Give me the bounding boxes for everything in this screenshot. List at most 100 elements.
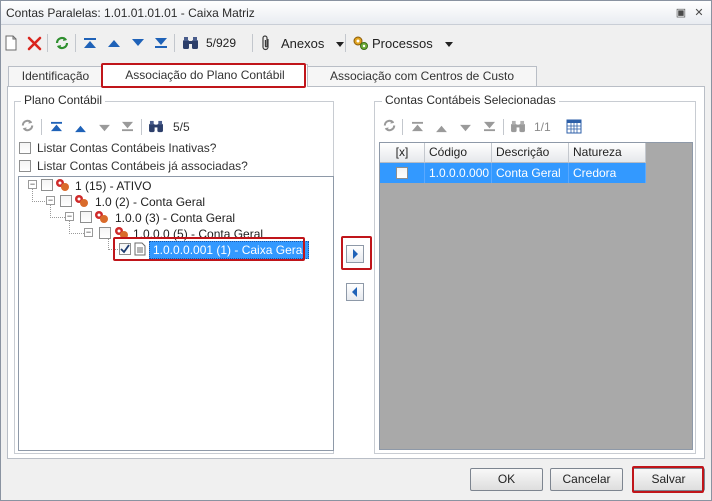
next-icon [459, 122, 472, 136]
arrow-left-icon [352, 287, 357, 297]
column-header-natureza[interactable]: Natureza [569, 143, 646, 163]
tree-connector [32, 201, 47, 202]
tree-node-checkbox[interactable] [80, 211, 92, 223]
account-group-icon [114, 226, 129, 240]
tree-node-label: 1.0.0.0 (5) - Conta Geral [133, 227, 264, 241]
collapse-icon[interactable]: − [65, 212, 74, 221]
refresh-icon[interactable] [54, 33, 70, 53]
tree-node-checkbox-checked[interactable] [119, 243, 131, 255]
toolbar-separator [402, 119, 403, 135]
previous-icon [435, 122, 448, 136]
selecionadas-counter: 1/1 [534, 120, 551, 134]
title-bar: Contas Paralelas: 1.01.01.01.01 - Caixa … [1, 1, 711, 25]
paperclip-icon [260, 35, 272, 51]
selecionadas-grid[interactable]: [x] Código Descrição Natureza 1.0.0.0.00… [379, 142, 693, 450]
account-group-icon [94, 210, 109, 224]
last-icon[interactable] [154, 33, 168, 53]
chevron-down-icon [336, 36, 345, 50]
next-icon [98, 122, 111, 136]
cancelar-button[interactable]: Cancelar [550, 468, 623, 491]
tree-connector [69, 233, 84, 234]
plano-counter: 5/5 [173, 120, 190, 134]
calendar-grid-icon[interactable] [566, 119, 582, 137]
last-icon [121, 121, 134, 135]
collapse-icon[interactable]: − [28, 180, 37, 189]
plano-contabil-tree[interactable]: − 1 (15) - ATIVO − 1.0 (2) - Conta Geral… [18, 176, 334, 451]
tree-node-label: 1.0.0.0.001 (1) - Caixa Geral [149, 241, 310, 259]
account-group-icon [74, 194, 89, 208]
toolbar-separator [41, 119, 42, 135]
anexos-label: Anexos [281, 35, 325, 51]
table-cell-natureza[interactable]: Credora [569, 163, 646, 183]
tab-label: Associação com Centros de Custo [329, 69, 515, 83]
arrow-right-icon [353, 249, 358, 259]
listar-associadas-checkbox[interactable] [19, 160, 31, 172]
tab-label: Associação do Plano Contábil [125, 68, 285, 82]
tree-node-label: 1.0 (2) - Conta Geral [95, 195, 206, 209]
add-to-selected-button[interactable] [346, 245, 364, 263]
collapse-icon[interactable]: − [46, 196, 55, 205]
tree-node-checkbox[interactable] [99, 227, 111, 239]
previous-icon[interactable] [74, 122, 87, 136]
toolbar-separator [345, 34, 346, 52]
plano-contabil-title: Plano Contábil [21, 93, 106, 107]
window-title: Contas Paralelas: 1.01.01.01.01 - Caixa … [6, 6, 255, 20]
binoculars-icon [510, 120, 526, 136]
tab-associacao-centros-custo[interactable]: Associação com Centros de Custo [307, 66, 537, 86]
tree-node-checkbox[interactable] [60, 195, 72, 207]
collapse-icon[interactable]: − [84, 228, 93, 237]
previous-icon[interactable] [107, 33, 121, 53]
close-icon[interactable]: ✕ [691, 5, 707, 21]
new-icon[interactable] [4, 33, 18, 53]
processos-label: Processos [372, 35, 433, 51]
document-icon [134, 242, 149, 256]
tree-connector [50, 217, 65, 218]
table-row-checkbox-cell[interactable] [380, 163, 425, 183]
ok-button[interactable]: OK [470, 468, 543, 491]
processos-menu[interactable]: Processos [352, 33, 453, 53]
listar-associadas-label: Listar Contas Contábeis já associadas? [37, 159, 248, 173]
first-icon[interactable] [83, 33, 97, 53]
remove-from-selected-button[interactable] [346, 283, 364, 301]
anexos-menu[interactable]: Anexos [260, 33, 345, 53]
toolbar-separator [252, 34, 253, 52]
listar-inativas-checkbox[interactable] [19, 142, 31, 154]
window: Contas Paralelas: 1.01.01.01.01 - Caixa … [0, 0, 712, 501]
restore-icon[interactable]: ▣ [673, 5, 689, 21]
first-icon[interactable] [50, 121, 63, 135]
tree-node-label: 1 (15) - ATIVO [75, 179, 152, 193]
table-cell-codigo[interactable]: 1.0.0.0.000 [425, 163, 492, 183]
tree-node-checkbox[interactable] [41, 179, 53, 191]
listar-inativas-label: Listar Contas Contábeis Inativas? [37, 141, 217, 155]
toolbar-separator [174, 34, 175, 52]
tab-identificacao[interactable]: Identificação [8, 66, 103, 86]
column-header-codigo[interactable]: Código [425, 143, 492, 163]
tree-connector [108, 249, 118, 250]
toolbar-separator [75, 34, 76, 52]
refresh-icon[interactable] [20, 118, 35, 136]
refresh-icon [382, 118, 397, 136]
toolbar-separator [503, 119, 504, 135]
first-icon [411, 121, 424, 135]
account-group-icon [55, 178, 70, 192]
column-header-descricao[interactable]: Descrição [492, 143, 569, 163]
toolbar-separator [141, 119, 142, 135]
record-counter: 5/929 [206, 36, 237, 50]
processes-icon [352, 35, 369, 51]
selecionadas-title: Contas Contábeis Selecionadas [382, 93, 559, 107]
tab-label: Identificação [21, 69, 90, 83]
last-icon [483, 121, 496, 135]
tab-associacao-plano-contabil[interactable]: Associação do Plano Contábil [102, 64, 308, 87]
binoculars-icon[interactable] [182, 33, 199, 53]
chevron-down-icon [444, 36, 453, 50]
row-checkbox[interactable] [396, 167, 408, 179]
toolbar-separator [47, 34, 48, 52]
delete-icon[interactable] [27, 33, 42, 53]
column-header-check[interactable]: [x] [380, 143, 425, 163]
next-icon[interactable] [131, 33, 145, 53]
toolbar: 5/929 Anexos Processos [1, 29, 711, 57]
binoculars-icon[interactable] [148, 120, 164, 136]
salvar-button[interactable]: Salvar [632, 468, 705, 491]
table-cell-descricao[interactable]: Conta Geral [492, 163, 569, 183]
tree-node-label: 1.0.0 (3) - Conta Geral [115, 211, 236, 225]
